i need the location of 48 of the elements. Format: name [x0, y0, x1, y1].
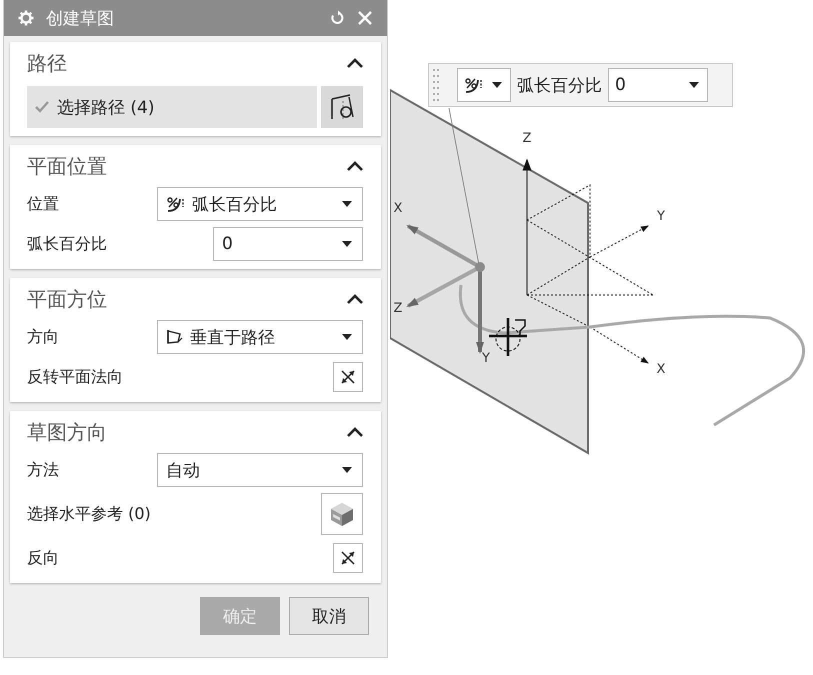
field-label: 弧长百分比	[517, 74, 602, 96]
dropdown[interactable]: 自动	[157, 453, 363, 487]
caret-icon	[689, 82, 699, 88]
arc-percent-icon	[464, 77, 484, 93]
axis-arrow	[590, 226, 649, 258]
field-label: 弧长百分比	[27, 234, 107, 254]
reverse-button[interactable]	[333, 362, 363, 392]
caret-icon	[342, 241, 352, 247]
dropdown[interactable]: 0	[608, 68, 708, 102]
axis-label: Z	[522, 131, 532, 146]
settings-icon	[18, 10, 34, 26]
plane-icon	[166, 329, 184, 345]
close-icon	[357, 10, 373, 26]
field-label: 选择水平参考 (0)	[27, 504, 151, 524]
axis-label: Y	[482, 351, 490, 366]
face-select-button[interactable]	[321, 493, 363, 535]
section-title: 草图方向	[27, 418, 107, 446]
field-label: 方向	[27, 326, 59, 348]
field-label: 位置	[27, 194, 59, 214]
reverse-arrows-icon	[339, 549, 357, 567]
reverse-button[interactable]	[333, 543, 363, 573]
window-title: 创建草图	[46, 8, 115, 30]
axis-label: Y	[657, 209, 665, 224]
path-selector[interactable]: 选择路径 (4)	[27, 86, 317, 128]
axis-label: Z	[394, 301, 402, 316]
method-dropdown[interactable]	[457, 68, 511, 102]
section-title: 路径	[27, 50, 67, 76]
caret-icon	[342, 467, 352, 473]
dropdown[interactable]: 垂直于路径	[157, 320, 363, 354]
field-label: 反向	[27, 548, 59, 568]
axis-label: X	[656, 362, 666, 377]
curve-select-button[interactable]	[321, 86, 363, 128]
reverse-arrows-icon	[339, 368, 357, 386]
dropdown[interactable]: 0	[213, 227, 363, 261]
caret-icon	[342, 201, 352, 207]
curve-point-icon	[329, 93, 355, 121]
cube-icon	[328, 500, 356, 528]
arc-percent-icon	[166, 196, 186, 212]
cancel-button[interactable]: 取消	[289, 597, 369, 635]
section-title: 平面位置	[27, 152, 107, 180]
field-label: 反转平面法向	[27, 366, 123, 388]
dropdown[interactable]: 弧长百分比	[157, 187, 363, 221]
field-label: 方法	[27, 460, 59, 480]
section-title: 平面方位	[27, 286, 107, 312]
reset-icon	[329, 10, 345, 26]
axis-label: X	[394, 201, 402, 216]
grip-handle-icon	[433, 67, 441, 103]
caret-icon	[342, 334, 352, 340]
